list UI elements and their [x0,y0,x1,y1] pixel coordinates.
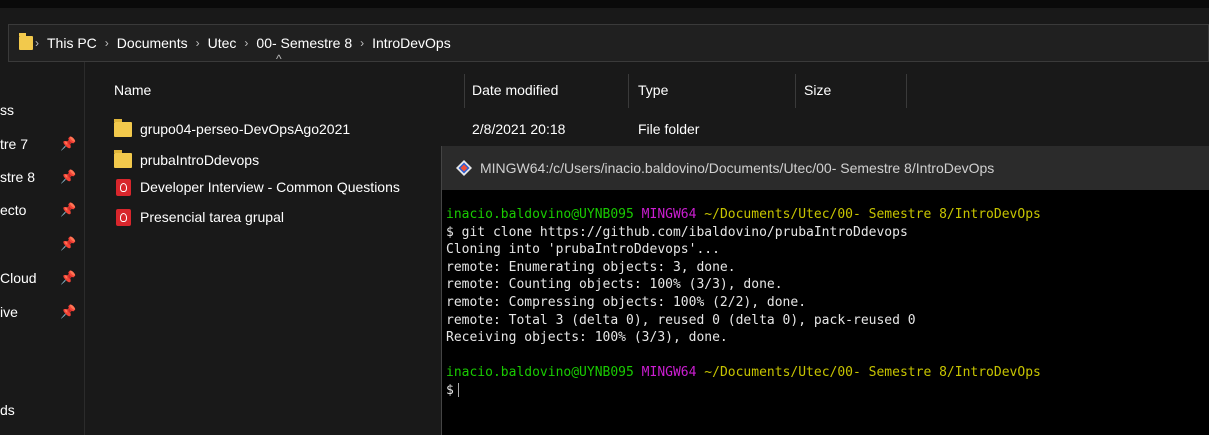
chevron-right-icon[interactable]: › [242,36,250,50]
navigation-pane: ss tre 7 📌 stre 8 📌 ecto 📌 📌 Cloud 📌 ive 📌 ds [0,62,85,435]
folder-icon [114,150,132,168]
pin-icon: 📌 [60,270,77,285]
breadcrumb-introdevops[interactable]: IntroDevOps [366,35,457,51]
nav-item[interactable]: tre 7 📌 [0,134,84,156]
nav-item[interactable]: ive 📌 [0,302,84,324]
nav-item[interactable]: 📌 [0,234,84,256]
column-header-name[interactable]: Name [114,74,464,110]
output-line: remote: Total 3 (delta 0), reused 0 (del… [446,312,916,328]
terminal-title-bar[interactable]: MINGW64:/c/Users/inacio.baldovino/Docume… [442,146,1209,190]
output-line: remote: Compressing objects: 100% (2/2),… [446,294,807,310]
text-cursor [457,383,459,398]
pin-icon: 📌 [60,304,77,319]
nav-item[interactable]: Cloud 📌 [0,268,84,290]
output-line: Cloning into 'prubaIntroDdevops'... [446,242,720,258]
output-line: remote: Enumerating objects: 3, done. [446,259,736,275]
terminal-title: MINGW64:/c/Users/inacio.baldovino/Docume… [480,160,995,176]
folder-icon [114,119,132,137]
pin-icon: 📌 [60,202,77,217]
file-row[interactable]: Developer Interview - Common Questions [114,176,440,200]
column-header-size[interactable]: Size [804,74,904,110]
terminal-output[interactable]: inacio.baldovino@UYNB095 MINGW64 ~/Docum… [446,206,1041,400]
address-bar[interactable]: › This PC › Documents › Utec › 00- Semes… [8,24,1209,62]
nav-item[interactable]: ds [0,400,84,422]
output-line: Receiving objects: 100% (3/3), done. [446,330,728,346]
folder-icon [19,33,33,50]
prompt-line: inacio.baldovino@UYNB095 MINGW64 ~/Docum… [446,365,1041,381]
breadcrumb-documents[interactable]: Documents [111,35,194,51]
pin-icon: 📌 [60,236,77,251]
breadcrumb-utec[interactable]: Utec [202,35,243,51]
breadcrumb-semestre-8[interactable]: 00- Semestre 8 [250,35,358,51]
pin-icon: 📌 [60,136,77,151]
file-row[interactable]: grupo04-perseo-DevOpsAgo2021 2/8/2021 20… [114,118,714,142]
breadcrumb-this-pc[interactable]: This PC [41,35,103,51]
nav-item[interactable]: ss [0,100,84,122]
chevron-right-icon[interactable]: › [194,36,202,50]
pdf-icon [116,209,131,226]
column-header-type[interactable]: Type [638,74,788,110]
pin-icon: 📌 [60,169,77,184]
current-prompt: $ [446,382,454,398]
terminal-window[interactable]: MINGW64:/c/Users/inacio.baldovino/Docume… [441,146,1209,435]
file-row[interactable]: prubaIntroDdevops [114,149,434,173]
prompt-line: inacio.baldovino@UYNB095 MINGW64 ~/Docum… [446,207,1041,222]
command-line: $ git clone https://github.com/ibaldovin… [446,224,908,240]
nav-item[interactable]: ecto 📌 [0,200,84,222]
file-row[interactable]: Presencial tarea grupal [114,206,434,230]
chevron-right-icon[interactable]: › [358,36,366,50]
column-divider[interactable] [628,74,629,108]
column-header-date-modified[interactable]: Date modified [472,74,622,110]
pdf-icon [116,179,131,196]
chevron-right-icon[interactable]: › [33,36,41,50]
column-divider[interactable] [795,74,796,108]
nav-item[interactable]: stre 8 📌 [0,167,84,189]
top-strip [0,0,1209,8]
sort-ascending-icon: ^ [276,52,282,66]
git-icon [456,160,472,176]
output-line: remote: Counting objects: 100% (3/3), do… [446,277,783,293]
chevron-right-icon[interactable]: › [103,36,111,50]
column-divider[interactable] [464,74,465,108]
column-divider[interactable] [906,74,907,108]
